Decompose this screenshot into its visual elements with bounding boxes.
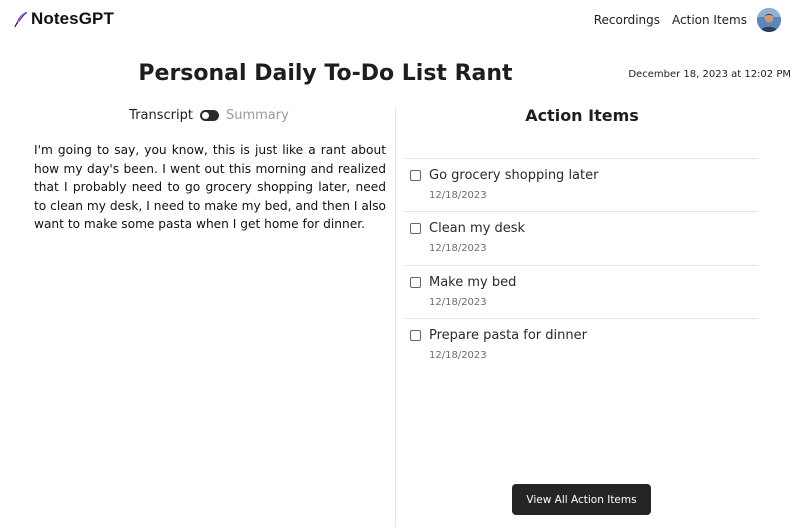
action-item: Make my bed 12/18/2023 — [404, 266, 758, 319]
action-item-text: Clean my desk — [429, 221, 526, 237]
top-header: NotesGPT Recordings Action Items — [0, 0, 800, 40]
brand-name: NotesGPT — [31, 9, 114, 28]
top-nav: Recordings Action Items — [594, 13, 747, 27]
transcript-summary-switch[interactable] — [199, 110, 219, 121]
action-item: Clean my desk 12/18/2023 — [404, 212, 758, 266]
pane-divider — [395, 107, 396, 527]
action-items-heading: Action Items — [525, 106, 639, 125]
action-item-date: 12/18/2023 — [429, 190, 487, 201]
transcript-toggle-label[interactable]: Transcript — [129, 108, 193, 123]
action-item-text: Make my bed — [429, 274, 517, 290]
action-item-text: Go grocery shopping later — [429, 168, 599, 183]
action-item: Go grocery shopping later 12/18/2023 — [404, 159, 758, 213]
view-all-action-items-button[interactable]: View All Action Items — [512, 484, 651, 515]
avatar-image — [757, 8, 781, 32]
view-toggle: Transcript Summary — [0, 108, 418, 123]
notes-detail-page: NotesGPT Recordings Action Items Persona… — [0, 0, 800, 530]
action-item-date: 12/18/2023 — [429, 296, 487, 308]
switch-knob — [201, 112, 209, 119]
action-items-list: Go grocery shopping later 12/18/2023 Cle… — [404, 158, 758, 372]
action-item-checkbox[interactable] — [410, 276, 421, 288]
summary-toggle-label[interactable]: Summary — [226, 108, 289, 123]
page-title: Personal Daily To-Do List Rant — [138, 61, 513, 86]
action-item-date: 12/18/2023 — [429, 243, 487, 255]
action-item-checkbox[interactable] — [410, 329, 421, 341]
feather-pen-icon — [14, 11, 27, 27]
user-avatar[interactable] — [757, 8, 781, 32]
action-item-checkbox[interactable] — [410, 170, 421, 181]
action-item-date: 12/18/2023 — [429, 349, 487, 361]
brand-link[interactable]: NotesGPT — [13, 9, 114, 29]
nav-recordings-link[interactable]: Recordings — [594, 13, 660, 27]
action-item: Prepare pasta for dinner 12/18/2023 — [404, 319, 758, 372]
transcript-text: I'm going to say, you know, this is just… — [34, 143, 386, 231]
nav-action-items-link[interactable]: Action Items — [672, 13, 747, 27]
action-item-text: Prepare pasta for dinner — [429, 327, 587, 343]
action-item-checkbox[interactable] — [410, 223, 421, 235]
note-timestamp: December 18, 2023 at 12:02 PM — [628, 69, 791, 80]
